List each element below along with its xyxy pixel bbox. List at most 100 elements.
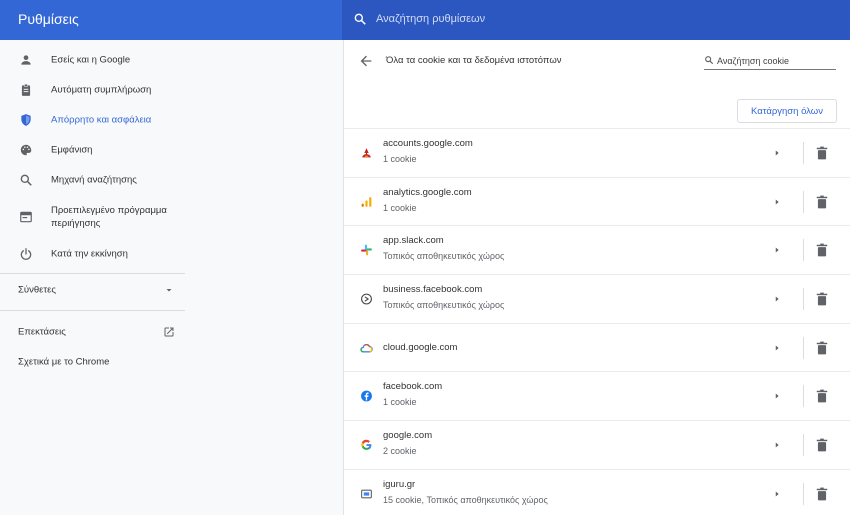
expand-arrow-icon[interactable] — [772, 245, 782, 255]
cloud-favicon-icon — [360, 343, 373, 353]
site-detail: 1 cookie — [383, 154, 417, 164]
sidebar-divider — [0, 273, 185, 274]
sidebar-item-on-startup[interactable]: Κατά την εκκίνηση — [0, 239, 185, 269]
accounts-favicon-icon — [362, 147, 371, 158]
sidebar: Εσείς και η Google Αυτόματη συμπλήρωση Α… — [0, 40, 342, 515]
row-separator — [803, 288, 804, 311]
settings-search-box[interactable] — [342, 0, 850, 40]
site-row-business-facebook[interactable]: business.facebook.com Τοπικός αποθηκευτι… — [344, 274, 850, 323]
delete-icon[interactable] — [816, 292, 828, 306]
person-icon — [21, 55, 31, 65]
browser-icon — [20, 211, 32, 223]
palette-icon — [20, 144, 32, 156]
search-icon — [705, 56, 714, 65]
expand-arrow-icon[interactable] — [772, 343, 782, 353]
delete-icon[interactable] — [816, 487, 828, 501]
row-separator — [803, 482, 804, 505]
top-bar: Ρυθμίσεις — [0, 0, 850, 40]
row-separator — [803, 239, 804, 262]
expand-arrow-icon[interactable] — [772, 148, 782, 158]
row-separator — [803, 190, 804, 213]
sidebar-item-you-and-google[interactable]: Εσείς και η Google — [0, 45, 185, 75]
open-in-new-icon — [164, 327, 174, 337]
expand-arrow-icon[interactable] — [772, 489, 782, 499]
site-name: facebook.com — [383, 381, 443, 393]
delete-icon[interactable] — [816, 195, 828, 209]
cookie-search-box[interactable] — [704, 52, 836, 70]
back-arrow-icon[interactable] — [358, 53, 374, 69]
site-detail: 1 cookie — [383, 202, 417, 213]
sidebar-item-label: Εμφάνιση — [51, 144, 93, 156]
shield-icon — [21, 114, 31, 126]
site-name: accounts.google.com — [383, 138, 473, 149]
site-name: google.com — [383, 430, 433, 442]
expand-arrow-icon[interactable] — [772, 294, 782, 304]
iguru-favicon-icon — [361, 489, 372, 498]
delete-icon[interactable] — [816, 243, 828, 257]
site-row-analytics-google[interactable]: analytics.google.com 1 cookie — [344, 176, 850, 226]
sidebar-item-privacy-security[interactable]: Απόρρητο και ασφάλεια — [0, 105, 185, 135]
row-separator — [803, 385, 804, 408]
extensions-label: Επεκτάσεις — [18, 326, 66, 338]
sidebar-item-label: Μηχανή αναζήτησης — [51, 174, 137, 186]
remove-all-button[interactable]: Κατάργηση όλων — [737, 99, 837, 123]
site-name: business.facebook.com — [383, 284, 483, 296]
expand-arrow-icon[interactable] — [772, 440, 782, 450]
sidebar-item-label: Αυτόματη συμπλήρωση — [51, 84, 152, 96]
cookies-panel: Όλα τα cookie και τα δεδομένα ιστοτόπων … — [343, 40, 850, 515]
site-list: accounts.google.com 1 cookie analytics.g… — [344, 128, 850, 515]
sidebar-item-label: Απόρρητο και ασφάλεια — [51, 114, 152, 126]
sidebar-about-chrome[interactable]: Σχετικά με το Chrome — [0, 349, 185, 375]
google-favicon-icon — [361, 439, 372, 450]
sidebar-divider — [0, 310, 185, 311]
search-icon — [20, 174, 32, 186]
sidebar-item-autofill[interactable]: Αυτόματη συμπλήρωση — [0, 75, 185, 105]
site-row-slack[interactable]: app.slack.com Τοπικός αποθηκευτικός χώρο… — [344, 225, 850, 274]
about-label: Σχετικά με το Chrome — [18, 356, 110, 368]
sidebar-item-label: Κατά την εκκίνηση — [51, 248, 128, 260]
site-detail: 1 cookie — [383, 397, 417, 408]
site-name: analytics.google.com — [383, 186, 472, 198]
expand-arrow-icon[interactable] — [772, 391, 782, 401]
site-name: iguru.gr — [383, 478, 416, 490]
site-detail: Τοπικός αποθηκευτικός χώρος — [383, 300, 505, 311]
sidebar-extensions[interactable]: Επεκτάσεις — [0, 319, 185, 345]
analytics-favicon-icon — [361, 196, 372, 207]
sidebar-item-label: Προεπιλεγμένο πρόγραμμα περιήγησης — [51, 204, 167, 230]
delete-icon[interactable] — [816, 146, 828, 160]
label-line-1: Προεπιλεγμένο πρόγραμμα — [51, 205, 167, 216]
site-detail: Τοπικός αποθηκευτικός χώρος — [383, 251, 505, 262]
site-detail: 2 cookie — [383, 446, 417, 457]
site-row-accounts-google[interactable]: accounts.google.com 1 cookie — [344, 128, 850, 177]
search-icon — [354, 13, 366, 25]
sidebar-item-label: Εσείς και η Google — [51, 54, 131, 66]
slack-favicon-icon — [361, 244, 372, 256]
settings-search-input[interactable] — [376, 8, 816, 30]
site-name: app.slack.com — [383, 235, 444, 247]
delete-icon[interactable] — [816, 389, 828, 403]
business-favicon-icon — [361, 293, 372, 305]
sidebar-advanced[interactable]: Σύνθετες — [0, 277, 185, 303]
site-name: cloud.google.com — [383, 341, 458, 353]
delete-icon[interactable] — [816, 341, 828, 355]
app-title: Ρυθμίσεις — [18, 11, 79, 27]
site-row-cloud-google[interactable]: cloud.google.com — [344, 322, 850, 372]
expand-arrow-icon[interactable] — [772, 197, 782, 207]
power-icon — [20, 248, 32, 260]
sidebar-item-appearance[interactable]: Εμφάνιση — [0, 135, 185, 165]
clipboard-icon — [21, 83, 31, 96]
row-separator — [803, 434, 804, 457]
sidebar-item-search-engine[interactable]: Μηχανή αναζήτησης — [0, 165, 185, 195]
delete-icon[interactable] — [816, 438, 828, 452]
row-separator — [803, 336, 804, 359]
sidebar-item-default-browser[interactable]: Προεπιλεγμένο πρόγραμμα περιήγησης — [0, 197, 185, 237]
site-row-iguru[interactable]: iguru.gr 15 cookie, Τοπικός αποθηκευτικό… — [344, 468, 850, 515]
label-line-2: περιήγησης — [51, 218, 101, 229]
page-title: Όλα τα cookie και τα δεδομένα ιστοτόπων — [386, 55, 562, 66]
caret-down-icon — [166, 289, 172, 292]
row-separator — [803, 142, 804, 164]
site-row-facebook[interactable]: facebook.com 1 cookie — [344, 371, 850, 420]
site-row-google[interactable]: google.com 2 cookie — [344, 420, 850, 469]
advanced-label: Σύνθετες — [18, 284, 56, 296]
cookie-search-input[interactable] — [717, 53, 835, 68]
